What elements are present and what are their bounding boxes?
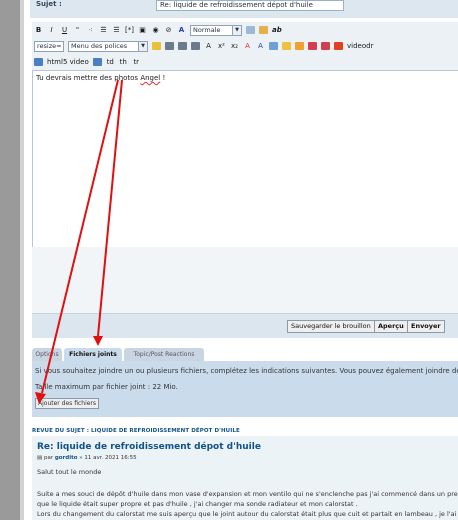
annotation-arrows: [35, 79, 123, 404]
arrow-to-attachments-tab: [97, 79, 123, 337]
arrow-head-add-files: [35, 392, 46, 404]
arrow-head-tab: [93, 336, 103, 346]
